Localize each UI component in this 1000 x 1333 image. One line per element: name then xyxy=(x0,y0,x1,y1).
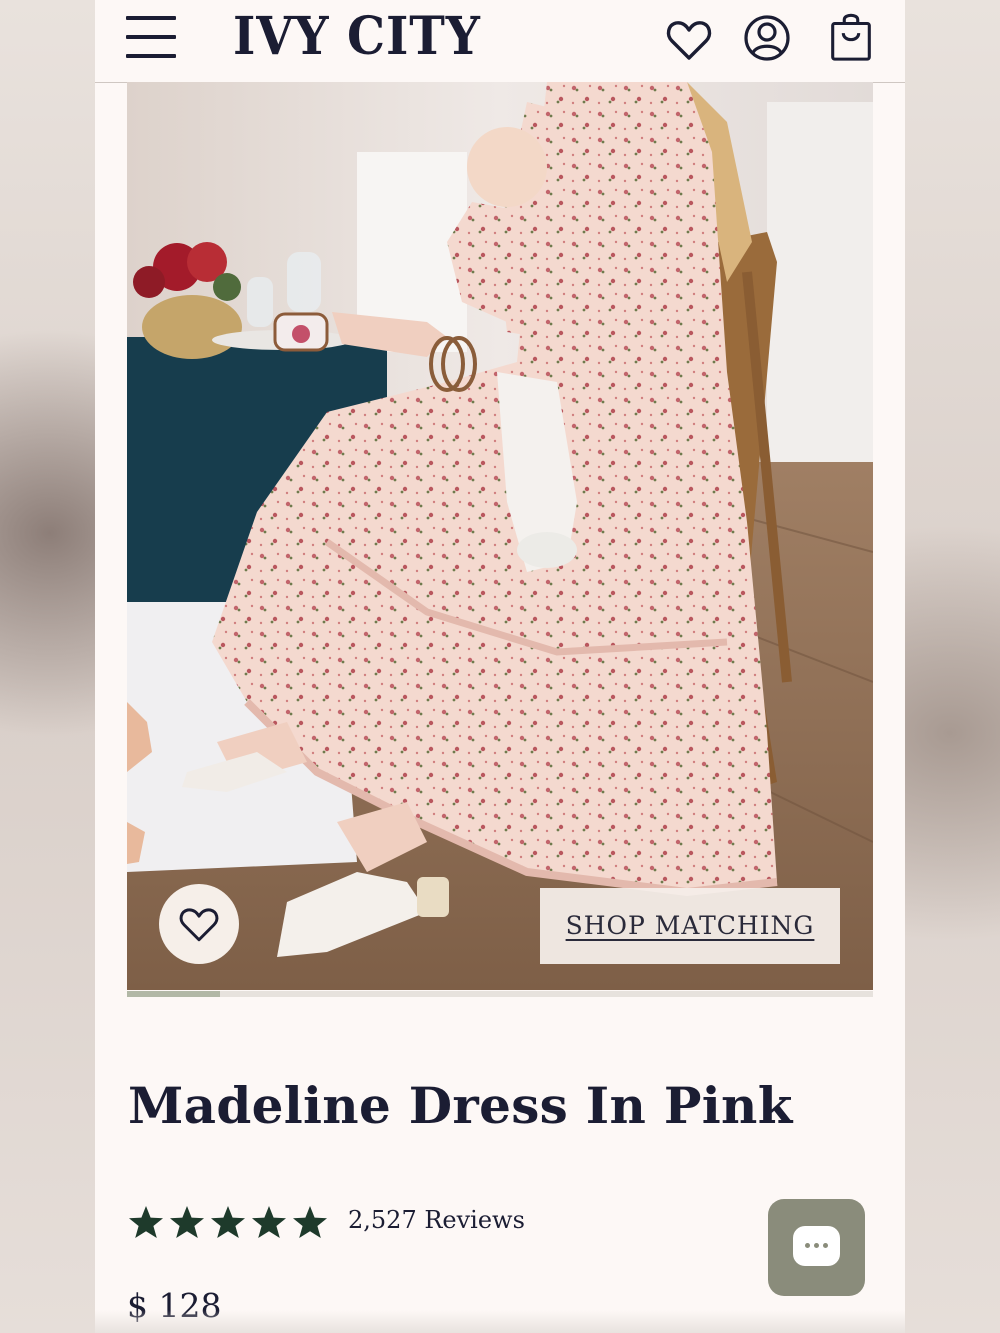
gallery-progress-bar xyxy=(127,991,873,997)
mobile-page: IVY CITY SHOP MATCHING Madeline Dress In… xyxy=(95,0,905,1333)
star-icon xyxy=(293,1206,327,1238)
reviews-link[interactable]: 2,527 Reviews xyxy=(348,1206,525,1234)
add-to-wishlist-button[interactable] xyxy=(159,884,239,964)
shop-matching-button[interactable]: SHOP MATCHING xyxy=(540,888,840,964)
site-header: IVY CITY xyxy=(95,0,905,83)
star-icon xyxy=(170,1206,204,1238)
heart-icon[interactable] xyxy=(665,14,713,66)
gallery-progress-fill xyxy=(127,991,221,997)
product-image[interactable]: SHOP MATCHING xyxy=(127,82,873,990)
heart-icon xyxy=(179,908,219,942)
brand-logo[interactable]: IVY CITY xyxy=(233,2,481,72)
chat-button[interactable] xyxy=(768,1199,865,1296)
hamburger-menu-icon[interactable] xyxy=(125,14,177,60)
star-icon xyxy=(252,1206,286,1238)
bottom-fade xyxy=(95,1310,905,1333)
star-icon xyxy=(211,1206,245,1238)
star-icon xyxy=(129,1206,163,1238)
star-rating[interactable] xyxy=(127,1204,332,1242)
chat-bubble-icon xyxy=(793,1226,840,1266)
user-icon[interactable] xyxy=(743,12,791,64)
shopping-bag-icon[interactable] xyxy=(827,10,875,62)
product-photo-illustration xyxy=(127,82,873,990)
product-title: Madeline Dress In Pink xyxy=(128,1076,793,1135)
